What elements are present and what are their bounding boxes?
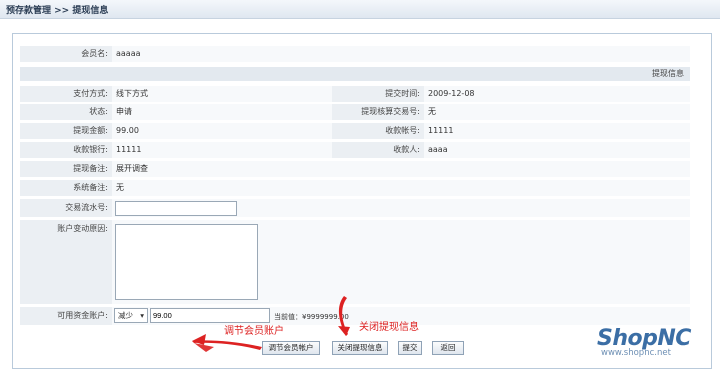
txn-no-input[interactable] — [115, 201, 237, 216]
breadcrumb: 预存款管理 >> 提现信息 — [6, 6, 109, 16]
submit-time-label: 提交时间: — [332, 86, 424, 102]
submit-time-value: 2009-12-08 — [424, 86, 690, 102]
verify-no-value: 无 — [424, 104, 690, 120]
remark-label: 提现备注: — [20, 161, 112, 177]
op-select-value: 减少 — [118, 311, 133, 320]
submit-button[interactable]: 提交 — [398, 341, 422, 355]
op-select[interactable]: 减少 ▾ — [114, 308, 148, 323]
adjust-account-button[interactable]: 调节会员帐户 — [262, 341, 320, 355]
payee-value: aaaa — [424, 142, 690, 158]
annotation-adjust: 调节会员账户 — [224, 326, 284, 337]
remark-value: 展开调查 — [112, 161, 690, 177]
member-label: 会员名: — [20, 46, 112, 62]
payee-label: 收款人: — [332, 142, 424, 158]
available-label: 可用资金账户: — [20, 307, 112, 325]
chevron-down-icon: ▾ — [140, 311, 144, 320]
status-label: 状态: — [20, 104, 112, 120]
sys-remark-value: 无 — [112, 180, 690, 196]
adjust-amount-input[interactable] — [150, 308, 270, 323]
current-balance-prefix: 当前值：¥ — [274, 313, 307, 321]
close-withdraw-button[interactable]: 关闭提现信息 — [332, 341, 388, 355]
account-no-value: 11111 — [424, 123, 690, 139]
section-title: 提现信息 — [20, 67, 690, 81]
amount-label: 提现金额: — [20, 123, 112, 139]
sys-remark-label: 系统备注: — [20, 180, 112, 196]
pay-method-value: 线下方式 — [112, 86, 332, 102]
txn-no-label: 交易流水号: — [20, 199, 112, 217]
bank-value: 11111 — [112, 142, 332, 158]
pay-method-label: 支付方式: — [20, 86, 112, 102]
amount-value: 99.00 — [112, 123, 332, 139]
account-no-label: 收款帐号: — [332, 123, 424, 139]
current-balance: 当前值：¥9999999.00 — [274, 312, 349, 322]
shopnc-logo: ShopNC www.shopnc.net — [597, 326, 691, 358]
back-button[interactable]: 返回 — [432, 341, 464, 355]
verify-no-label: 提现核算交易号: — [332, 104, 424, 120]
current-balance-value: 9999999.00 — [306, 313, 349, 321]
change-reason-textarea[interactable] — [115, 224, 258, 300]
status-value: 申请 — [112, 104, 332, 120]
bank-label: 收款银行: — [20, 142, 112, 158]
member-value: aaaaa — [112, 46, 690, 62]
change-reason-label: 账户变动原因: — [20, 220, 112, 304]
header-bar: 预存款管理 >> 提现信息 — [0, 0, 720, 19]
annotation-close: 关闭提现信息 — [359, 322, 419, 333]
